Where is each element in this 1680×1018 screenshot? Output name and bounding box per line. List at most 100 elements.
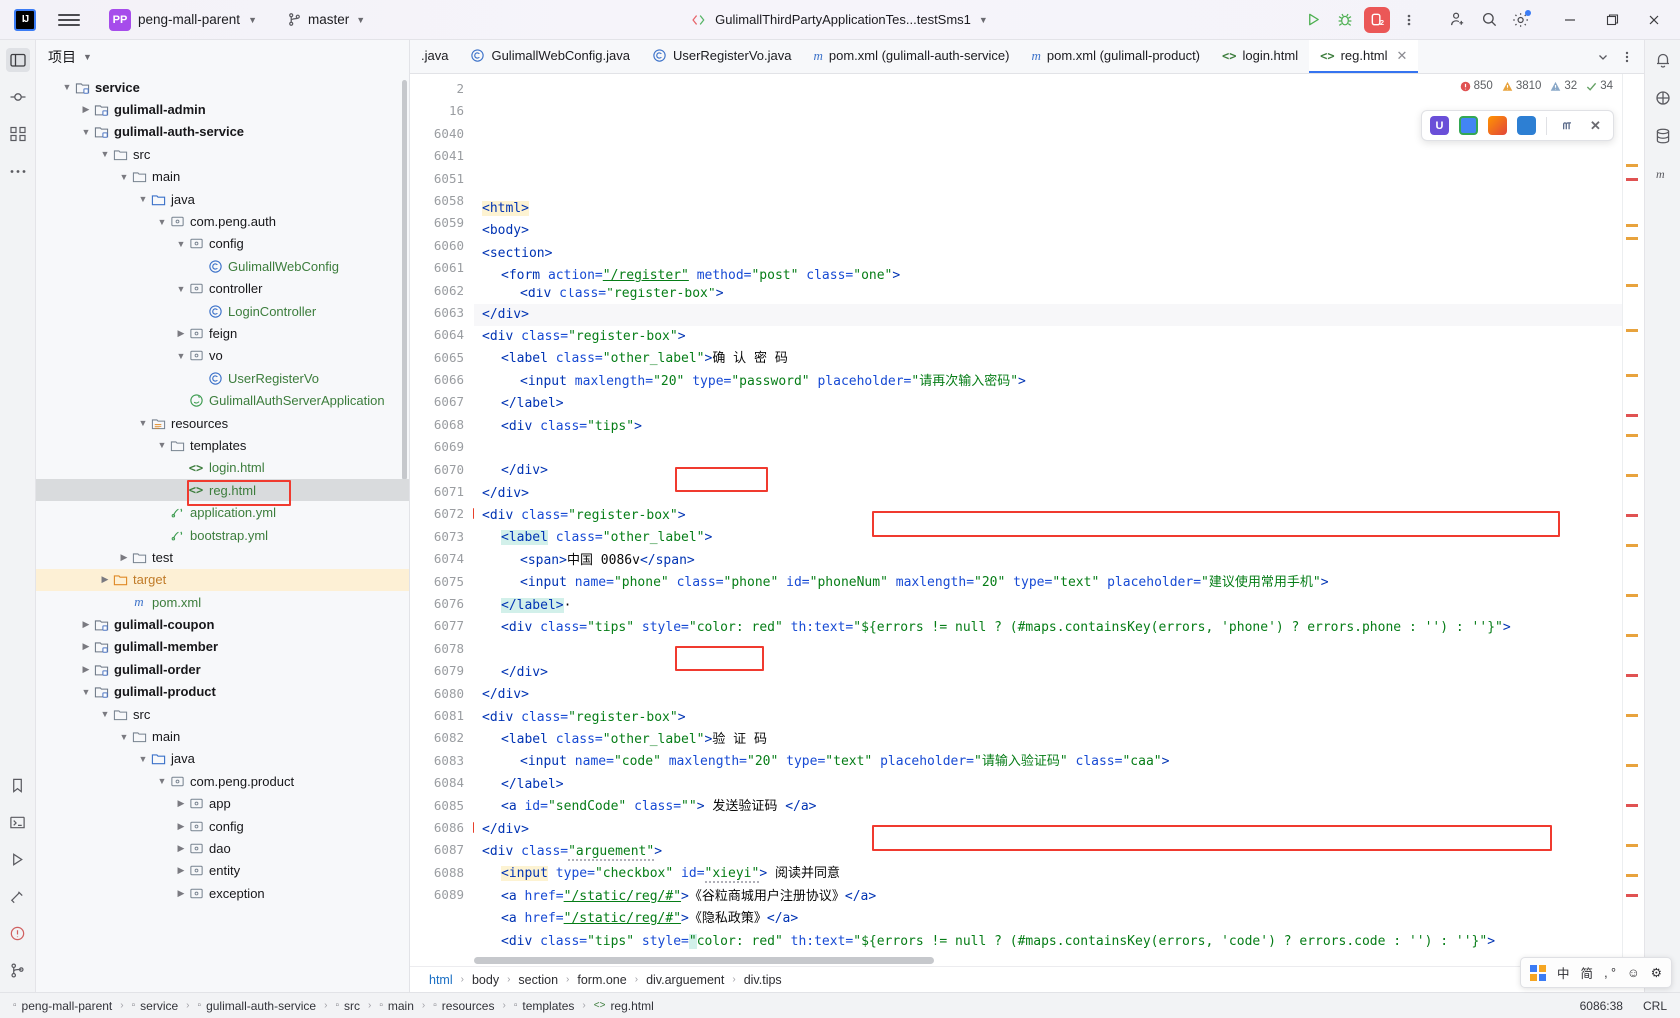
editor-tab-pom-xml-gulimall-product-[interactable]: m pom.xml (gulimall-product) <box>1020 40 1211 73</box>
gutter-line[interactable]: 6051 <box>410 168 474 190</box>
more-actions-icon[interactable] <box>1394 6 1424 34</box>
error-stripe-mark[interactable] <box>1626 414 1638 417</box>
gutter-line[interactable]: 6063 <box>410 302 474 324</box>
chevron-down-icon[interactable]: ▼ <box>80 127 92 137</box>
editor-tab-reg-html[interactable]: <> reg.html ✕ <box>1309 40 1419 73</box>
tree-node-vo[interactable]: ▼ vo <box>36 345 409 367</box>
gutter-line[interactable]: 6075 <box>410 571 474 593</box>
search-icon[interactable] <box>1474 6 1504 34</box>
code-line[interactable]: <div class="register-box"> <box>474 505 1622 527</box>
chevron-right-icon[interactable]: ▶ <box>80 104 92 115</box>
chevron-down-icon[interactable]: ▼ <box>99 149 111 159</box>
error-stripe-mark[interactable] <box>1626 164 1638 167</box>
editor-error-stripe[interactable] <box>1622 74 1644 966</box>
chevron-right-icon[interactable]: ▶ <box>175 328 187 339</box>
breadcrumb-item[interactable]: form.one <box>574 972 629 988</box>
chevron-right-icon[interactable]: ▶ <box>175 843 187 854</box>
chevron-down-icon[interactable]: ▼ <box>156 217 168 227</box>
database-icon[interactable] <box>1651 124 1675 148</box>
gutter-line[interactable]: 6066 <box>410 369 474 391</box>
breadcrumb-item[interactable]: body <box>469 972 502 988</box>
tree-node-gulimall-coupon[interactable]: ▶ gulimall-coupon <box>36 613 409 635</box>
run-button[interactable] <box>1298 6 1328 34</box>
code-line[interactable]: <input maxlength="20" type="password" pl… <box>474 371 1622 393</box>
error-stripe-mark[interactable] <box>1626 764 1638 767</box>
status-breadcrumb[interactable]: ▫ peng-mall-parent › ▫ service › ▫ gulimall-aut… <box>8 998 659 1014</box>
status-path-item[interactable]: ▫ src <box>330 998 365 1014</box>
code-line[interactable] <box>474 639 1622 661</box>
chevron-down-icon[interactable]: ▼ <box>137 418 149 428</box>
edge-icon[interactable] <box>1517 116 1536 135</box>
code-line[interactable]: <form action="/register" method="post" c… <box>474 265 1622 287</box>
code-line[interactable]: </div> <box>474 483 1622 505</box>
git-icon[interactable] <box>6 958 30 982</box>
error-stripe-mark[interactable] <box>1626 514 1638 517</box>
gutter-line[interactable]: 6074 <box>410 548 474 570</box>
editor-tab-pom-xml-gulimall-auth-service-[interactable]: m pom.xml (gulimall-auth-service) <box>802 40 1020 73</box>
run-configuration-selector[interactable]: GulimallThirdPartyApplicationTes...testS… <box>684 9 996 30</box>
error-stripe-mark[interactable] <box>1626 237 1638 240</box>
ime-punctuation-icon[interactable]: , ° <box>1604 966 1616 980</box>
firefox-icon[interactable] <box>1488 116 1507 135</box>
more-tool-windows-icon[interactable] <box>6 159 30 183</box>
gutter-line[interactable]: 6080 <box>410 683 474 705</box>
code-line[interactable]: <a href="/static/reg/#">《谷粒商城用户注册协议》</a> <box>474 886 1622 908</box>
editor-tab-userregistervo-java[interactable]: UserRegisterVo.java <box>641 40 803 73</box>
chevron-right-icon[interactable]: ▶ <box>175 798 187 809</box>
chevron-right-icon[interactable]: ▶ <box>80 641 92 652</box>
chevron-down-icon[interactable]: ▼ <box>83 52 92 62</box>
chevron-down-icon[interactable]: ▼ <box>118 732 130 742</box>
gutter-line[interactable]: 6060 <box>410 235 474 257</box>
gutter-line[interactable]: 2 <box>410 78 474 100</box>
tree-node-controller[interactable]: ▼ controller <box>36 278 409 300</box>
ai-assistant-icon[interactable] <box>1651 86 1675 110</box>
chevron-down-icon[interactable]: ▼ <box>99 709 111 719</box>
tree-node-src[interactable]: ▼ src <box>36 703 409 725</box>
thymeleaf-icon[interactable]: ௱ <box>1557 116 1576 135</box>
notifications-icon[interactable] <box>1651 48 1675 72</box>
tree-node-java[interactable]: ▼ java <box>36 188 409 210</box>
code-line[interactable]: <section> <box>474 243 1622 265</box>
chevron-down-icon[interactable]: ▼ <box>137 194 149 204</box>
main-menu-icon[interactable] <box>58 9 80 31</box>
code-line[interactable]: <label class="other_label">验 证 码 <box>474 729 1622 751</box>
gutter-line[interactable]: 6059 <box>410 212 474 234</box>
line-separator[interactable]: CRL <box>1638 998 1672 1014</box>
gutter-line[interactable]: 6076 <box>410 593 474 615</box>
code-line[interactable]: <body> <box>474 220 1622 242</box>
gutter-line[interactable]: 6065 <box>410 347 474 369</box>
gutter-line[interactable]: 6072 <box>410 503 484 525</box>
code-line[interactable]: <input name="phone" class="phone" id="ph… <box>474 572 1622 594</box>
weak-warning-count[interactable]: 32 <box>1550 80 1577 92</box>
tree-node-userregistervo[interactable]: UserRegisterVo <box>36 367 409 389</box>
vcs-branch-widget[interactable]: master ▼ <box>280 9 372 30</box>
status-path-item[interactable]: ▫ main <box>374 998 419 1014</box>
code-line[interactable]: </label> <box>474 774 1622 796</box>
code-line[interactable]: <span>中国 0086v</span> <box>474 550 1622 572</box>
gutter-line[interactable]: 6082 <box>410 727 474 749</box>
code-line[interactable]: <div class="arguement"> <box>474 841 1622 863</box>
breadcrumb-item[interactable]: html <box>426 972 456 988</box>
chevron-down-icon[interactable]: ▼ <box>175 239 187 249</box>
inspections-widget[interactable]: 850 3810 32 34 <box>1454 78 1618 94</box>
editor-gutter[interactable]: 2 16 6040 6041 6051 6058 6059 6060 6061 6062 6063 6… <box>410 74 484 966</box>
tree-node-java[interactable]: ▼ java <box>36 748 409 770</box>
status-path-item[interactable]: ▫ gulimall-auth-service <box>193 998 322 1014</box>
chevron-down-icon[interactable]: ▼ <box>137 754 149 764</box>
tree-node-config[interactable]: ▶ config <box>36 815 409 837</box>
gutter-line[interactable]: 6081 <box>410 705 474 727</box>
chevron-right-icon[interactable]: ▶ <box>80 619 92 630</box>
code-line[interactable]: <input name="code" maxlength="20" type="… <box>474 751 1622 773</box>
ime-status-popup[interactable]: 中 简 , ° ☺ ⚙ <box>1520 957 1672 988</box>
tree-node-app[interactable]: ▶ app <box>36 793 409 815</box>
error-stripe-mark[interactable] <box>1626 674 1638 677</box>
editor-tab-login-html[interactable]: <> login.html <box>1211 40 1309 73</box>
gutter-line[interactable]: 6069 <box>410 436 474 458</box>
tree-node-exception[interactable]: ▶ exception <box>36 882 409 904</box>
status-path-item[interactable]: ▫ resources <box>428 998 499 1014</box>
gutter-line[interactable]: 6089 <box>410 884 474 906</box>
gutter-line[interactable]: 6070 <box>410 459 474 481</box>
error-stripe-mark[interactable] <box>1626 374 1638 377</box>
code-line[interactable]: <a id="sendCode" class=""> 发送验证码 </a> <box>474 796 1622 818</box>
tree-node-com-peng-auth[interactable]: ▼ com.peng.auth <box>36 210 409 232</box>
